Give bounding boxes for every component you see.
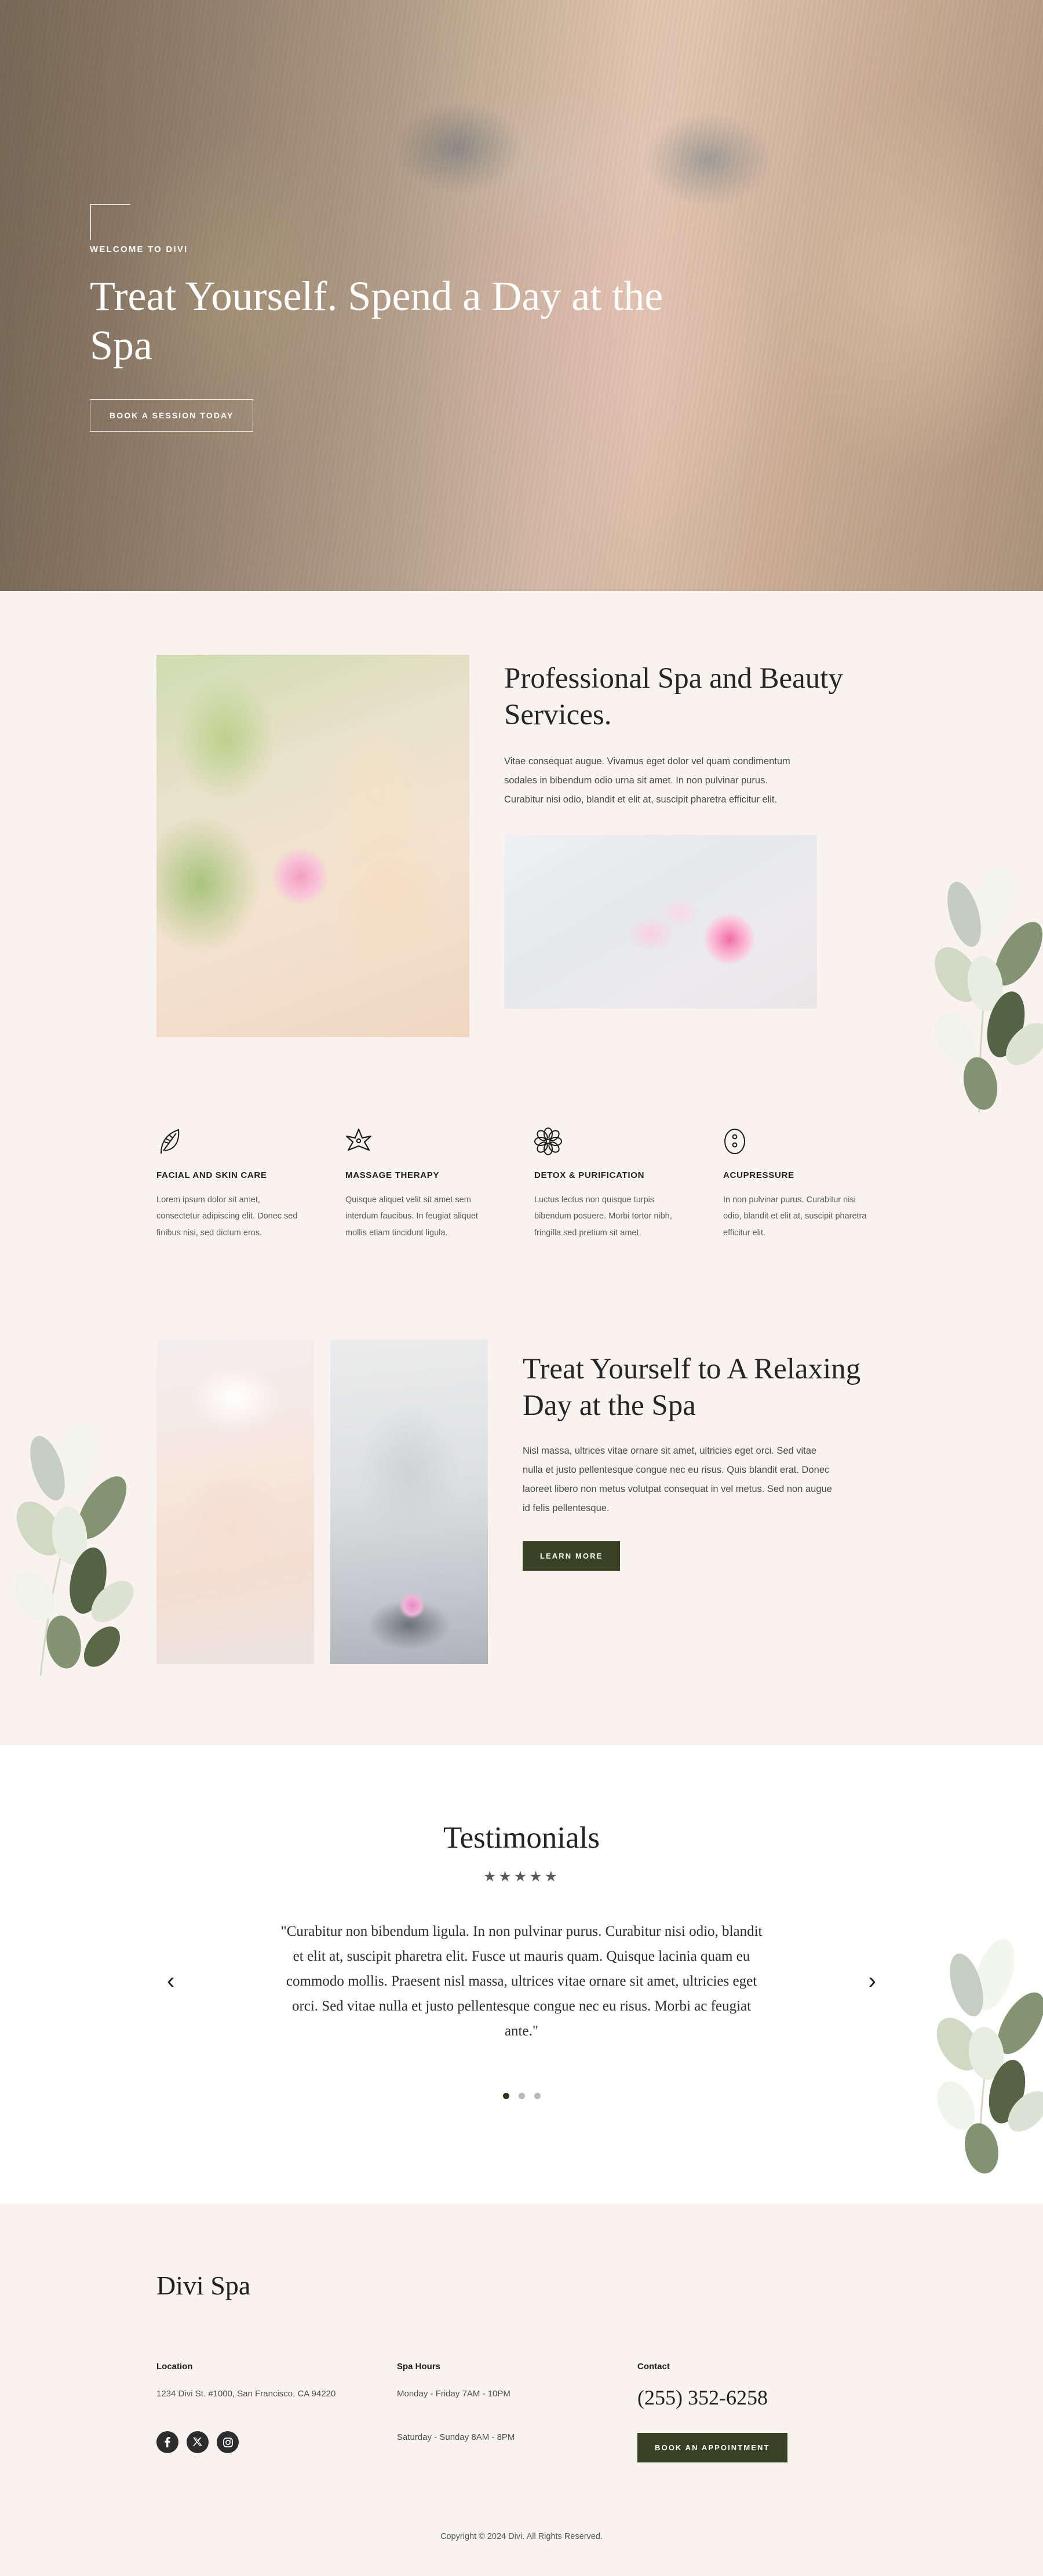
social-links — [156, 2431, 397, 2454]
feature-title: ACUPRESSURE — [723, 1170, 794, 1180]
pagination-dot-1[interactable] — [502, 2092, 509, 2099]
hero-title: Treat Yourself. Spend a Day at the Spa — [90, 273, 663, 368]
leaf-decoration-right — [892, 840, 1043, 1118]
relax-paragraph: Nisl massa, ultrices vitae ornare sit am… — [523, 1446, 832, 1514]
facebook-icon[interactable] — [156, 2431, 178, 2454]
site-footer: Divi Spa Location 1234 Divi St. #1000, S… — [0, 2203, 1043, 2576]
star-flower-icon — [345, 1124, 509, 1155]
hero-section: WELCOME TO DIVI Treat Yourself. Spend a … — [0, 0, 1043, 591]
leaf-decoration-left — [0, 1380, 156, 1681]
leaf-decoration-testimonials — [892, 1919, 1043, 2174]
decorative-corner-bracket — [90, 204, 130, 240]
footer-location-heading: Location — [156, 2361, 193, 2371]
footer-hours-weekend: Saturday - Sunday 8AM - 8PM — [397, 2432, 515, 2443]
testimonials-heading: Testimonials — [443, 1820, 600, 1855]
feature-facial-and-skin-care: FACIAL AND SKIN CARE Lorem ipsum dolor s… — [156, 1124, 320, 1241]
leaf-icon — [156, 1124, 320, 1155]
footer-hours-weekday: Monday - Friday 7AM - 10PM — [397, 2388, 510, 2399]
testimonial-pagination — [156, 2092, 887, 2099]
relax-section: Treat Yourself to A Relaxing Day at the … — [0, 1275, 1043, 1745]
learn-more-button[interactable]: LEARN MORE — [523, 1541, 621, 1571]
features-grid: FACIAL AND SKIN CARE Lorem ipsum dolor s… — [156, 1037, 887, 1276]
services-section: Professional Spa and Beauty Services. Vi… — [0, 591, 1043, 1276]
testimonial-next-arrow-icon[interactable]: › — [869, 1969, 876, 1993]
services-paragraph: Vitae consequat augue. Vivamus eget dolo… — [504, 756, 790, 805]
pagination-dot-2[interactable] — [518, 2092, 525, 2099]
feature-text: Lorem ipsum dolor sit amet, consectetur … — [156, 1195, 298, 1238]
footer-location-column: Location 1234 Divi St. #1000, San Franci… — [156, 2362, 397, 2462]
feature-text: In non pulvinar purus. Curabitur nisi od… — [723, 1195, 867, 1238]
acupressure-circle-icon — [723, 1124, 887, 1155]
footer-brand: Divi Spa — [156, 2270, 251, 2300]
services-main-image — [156, 655, 469, 1037]
relax-image-facial — [156, 1339, 314, 1664]
feature-title: FACIAL AND SKIN CARE — [156, 1170, 267, 1180]
x-twitter-icon[interactable] — [187, 2431, 209, 2454]
relax-image-buddha — [330, 1339, 488, 1664]
feature-massage-therapy: MASSAGE THERAPY Quisque aliquet velit si… — [345, 1124, 509, 1241]
footer-hours-heading: Spa Hours — [397, 2361, 441, 2371]
feature-title: MASSAGE THERAPY — [345, 1170, 440, 1180]
testimonials-section: Testimonials ★★★★★ ‹ "Curabitur non bibe… — [0, 1745, 1043, 2203]
services-rose-image — [504, 835, 817, 1009]
testimonial-quote: "Curabitur non bibendum ligula. In non p… — [280, 1923, 763, 2039]
book-an-appointment-button[interactable]: BOOK AN APPOINTMENT — [637, 2432, 787, 2462]
footer-contact-column: Contact (255) 352-6258 BOOK AN APPOINTME… — [637, 2362, 887, 2462]
relax-heading: Treat Yourself to A Relaxing Day at the … — [523, 1352, 861, 1422]
footer-location-text: 1234 Divi St. #1000, San Francisco, CA 9… — [156, 2388, 336, 2399]
book-a-session-button[interactable]: BOOK A SESSION TODAY — [90, 399, 254, 432]
footer-copyright: Copyright © 2024 Divi. All Rights Reserv… — [440, 2531, 603, 2541]
star-rating-icon: ★★★★★ — [483, 1868, 560, 1885]
pagination-dot-3[interactable] — [534, 2092, 541, 2099]
feature-title: DETOX & PURIFICATION — [534, 1170, 645, 1180]
spa-landing-page: WELCOME TO DIVI Treat Yourself. Spend a … — [0, 0, 1043, 2576]
testimonial-prev-arrow-icon[interactable]: ‹ — [167, 1969, 174, 1993]
instagram-icon[interactable] — [217, 2431, 239, 2454]
feature-detox-and-purification: DETOX & PURIFICATION Luctus lectus non q… — [534, 1124, 698, 1241]
hero-eyebrow: WELCOME TO DIVI — [90, 245, 188, 254]
feature-acupressure: ACUPRESSURE In non pulvinar purus. Curab… — [723, 1124, 887, 1241]
flower-petals-icon — [534, 1124, 698, 1155]
footer-hours-column: Spa Hours Monday - Friday 7AM - 10PM Sat… — [397, 2362, 637, 2462]
feature-text: Luctus lectus non quisque turpis bibendu… — [534, 1195, 672, 1238]
footer-phone-number[interactable]: (255) 352-6258 — [637, 2385, 887, 2410]
feature-text: Quisque aliquet velit sit amet sem inter… — [345, 1195, 478, 1238]
footer-contact-heading: Contact — [637, 2361, 670, 2371]
services-heading: Professional Spa and Beauty Services. — [504, 662, 843, 732]
